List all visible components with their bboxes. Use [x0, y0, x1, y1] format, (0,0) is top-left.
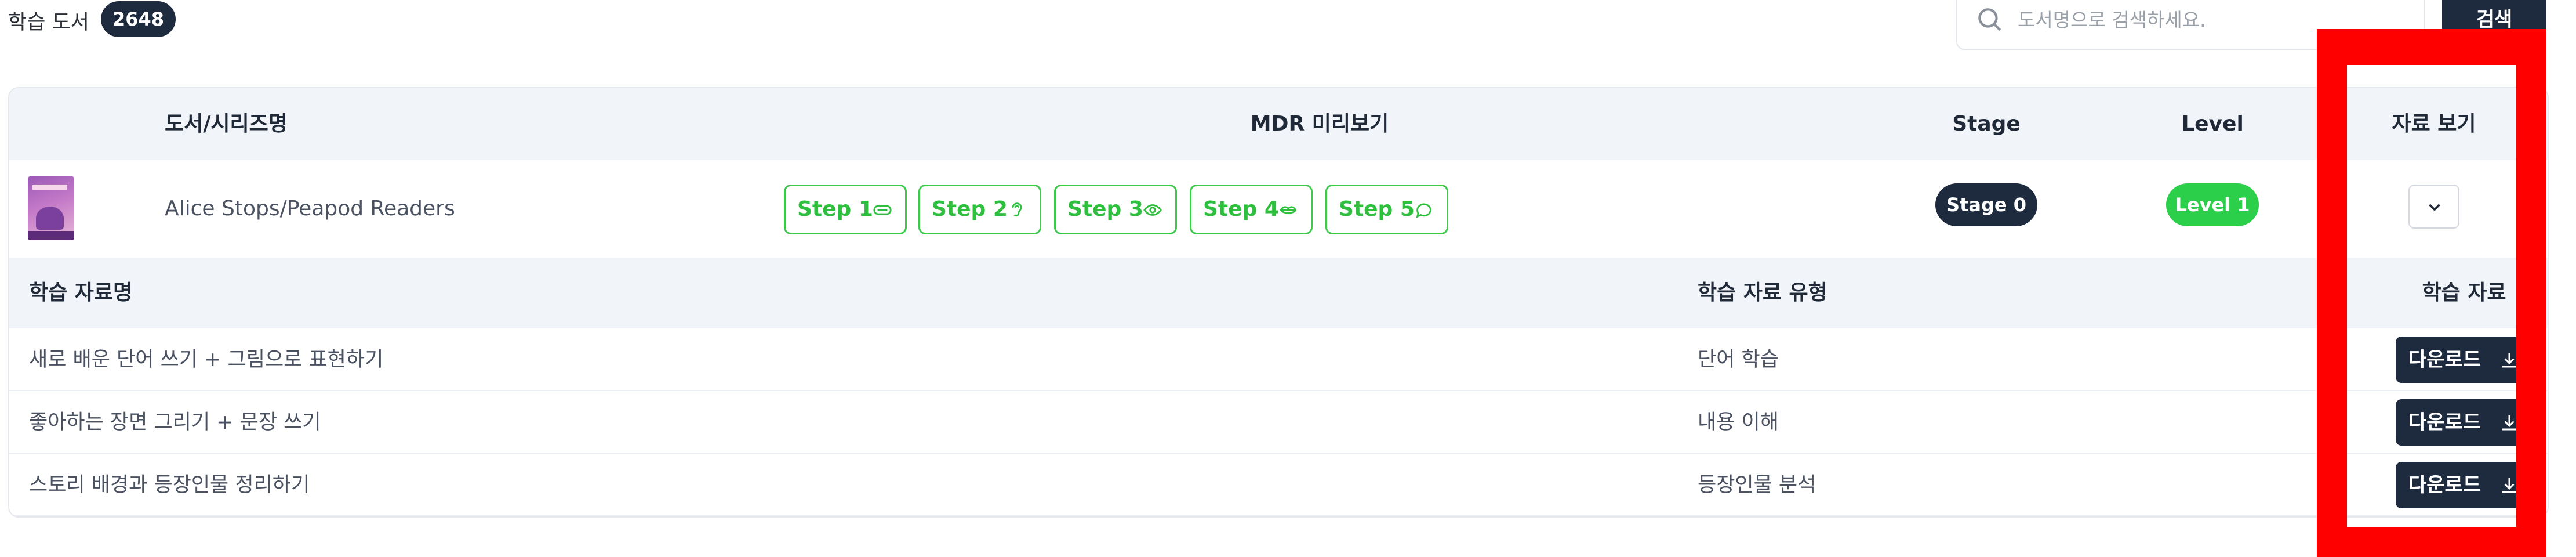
expand-materials-button[interactable]	[2408, 185, 2459, 229]
step-label: Step 2	[932, 197, 1008, 221]
download-button[interactable]: 다운로드	[2396, 399, 2533, 446]
material-row: 새로 배운 단어 쓰기 + 그림으로 표현하기 단어 학습 다운로드	[9, 328, 2548, 391]
step-label: Step 3	[1067, 197, 1143, 221]
material-row: 스토리 배경과 등장인물 정리하기 등장인물 분석 다운로드	[9, 454, 2548, 516]
eye-icon	[1143, 204, 1162, 216]
step-label: Step 1	[797, 197, 873, 221]
download-icon	[2502, 478, 2516, 493]
column-header-title: 도서/시리즈명	[165, 112, 288, 136]
download-label: 다운로드	[2408, 473, 2481, 497]
search-input[interactable]	[2018, 2, 2400, 37]
download-icon	[2502, 353, 2516, 368]
column-header-material-name: 학습 자료명	[29, 281, 133, 305]
step-4-button[interactable]: Step 4	[1190, 185, 1313, 234]
book-cover-thumbnail	[28, 176, 74, 240]
stage-badge: Stage 0	[1935, 183, 2037, 226]
column-header-stage: Stage	[1952, 112, 2021, 136]
column-header-download: 학습 자료	[2422, 281, 2506, 305]
ear-icon	[1012, 202, 1022, 216]
step-1-button[interactable]: Step 1	[784, 185, 907, 234]
material-name: 새로 배운 단어 쓰기 + 그림으로 표현하기	[29, 348, 384, 371]
step-5-button[interactable]: Step 5	[1325, 185, 1448, 234]
search-box[interactable]	[1956, 0, 2425, 50]
download-icon	[2502, 415, 2516, 431]
lips-icon	[1280, 206, 1297, 214]
material-type: 등장인물 분석	[1698, 473, 1816, 497]
material-type: 내용 이해	[1698, 411, 1779, 434]
column-header-materials: 자료 보기	[2392, 112, 2476, 136]
chevron-down-icon	[2429, 204, 2440, 211]
book-title: Alice Stops/Peapod Readers	[165, 197, 455, 220]
column-header-level: Level	[2181, 112, 2244, 136]
page-header: 학습 도서 2648 검색	[0, 0, 2576, 64]
download-button[interactable]: 다운로드	[2396, 337, 2533, 383]
material-name: 스토리 배경과 등장인물 정리하기	[29, 473, 310, 497]
level-badge: Level 1	[2166, 183, 2259, 226]
step-label: Step 5	[1339, 197, 1415, 221]
speech-bubble-icon	[1416, 203, 1431, 218]
book-table-header: 도서/시리즈명 MDR 미리보기 Stage Level 자료 보기	[9, 88, 2548, 160]
page-title: 학습 도서	[8, 11, 89, 34]
book-count-badge: 2648	[101, 1, 176, 37]
search-button[interactable]: 검색	[2442, 0, 2546, 42]
search-icon	[1978, 8, 2001, 31]
column-header-material-type: 학습 자료 유형	[1698, 281, 1827, 305]
mouth-icon	[873, 205, 892, 215]
step-label: Step 4	[1203, 197, 1279, 221]
material-name: 좋아하는 장면 그리기 + 문장 쓰기	[29, 411, 321, 434]
download-label: 다운로드	[2408, 411, 2481, 434]
download-label: 다운로드	[2408, 348, 2481, 371]
step-2-button[interactable]: Step 2	[918, 185, 1041, 234]
step-3-button[interactable]: Step 3	[1054, 185, 1177, 234]
materials-table-header: 학습 자료명 학습 자료 유형 학습 자료	[9, 258, 2548, 328]
book-row[interactable]: Alice Stops/Peapod Readers Step 1 Step 2…	[9, 160, 2548, 258]
column-header-mdr: MDR 미리보기	[1250, 112, 1389, 136]
material-type: 단어 학습	[1698, 348, 1779, 371]
book-table: 도서/시리즈명 MDR 미리보기 Stage Level 자료 보기 Alice…	[8, 87, 2549, 518]
material-row: 좋아하는 장면 그리기 + 문장 쓰기 내용 이해 다운로드	[9, 391, 2548, 454]
download-button[interactable]: 다운로드	[2396, 462, 2533, 508]
